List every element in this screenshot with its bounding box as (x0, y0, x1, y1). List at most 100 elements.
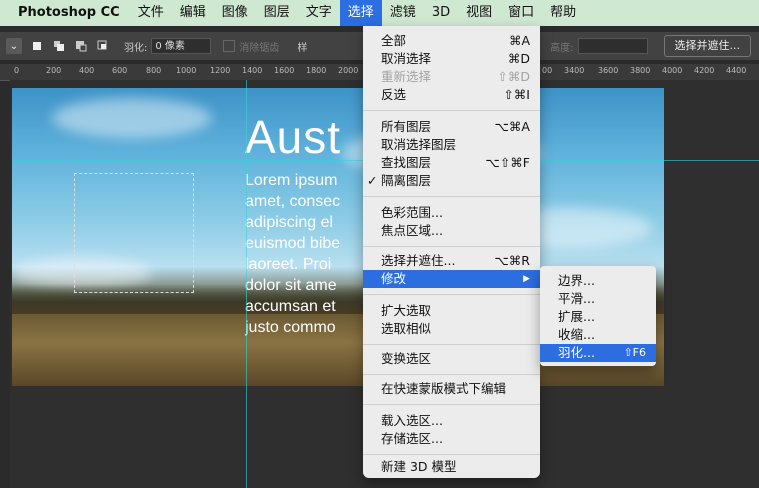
menu-item-shortcut: ⌥⌘A (494, 119, 530, 134)
menu-bar: Photoshop CC 文件 编辑 图像 图层 文字 选择 滤镜 3D 视图 … (0, 0, 759, 26)
body-line: adipiscing el (245, 214, 334, 231)
menu-layer[interactable]: 图层 (256, 0, 298, 26)
marquee-selection[interactable] (74, 173, 194, 293)
feather-label: 羽化: (124, 42, 148, 54)
menu-view[interactable]: 视图 (458, 0, 500, 26)
menu-separator (363, 110, 540, 111)
menu-item-label: 选择并遮住... (381, 253, 456, 268)
body-line: laoreet. Proi (245, 256, 332, 273)
menu-item-shortcut: ⌘D (507, 51, 530, 66)
menu-item-label: 修改 (381, 271, 407, 286)
style-label: 样 (297, 42, 308, 54)
menu-help[interactable]: 帮助 (542, 0, 584, 26)
submenu-arrow-icon: ▶ (523, 274, 530, 284)
tool-preset-picker[interactable]: ⌄ (6, 38, 22, 54)
ruler-tick: 3400 (564, 66, 585, 75)
menu-item-label: 所有图层 (381, 119, 432, 134)
checkmark-icon: ✓ (367, 173, 378, 188)
select-and-mask-button[interactable]: 选择并遮住... (663, 35, 751, 57)
menu-item-grow[interactable]: 扩大选取 (363, 302, 540, 320)
body-line: Lorem ipsum (245, 172, 338, 189)
menu-item-label: 在快速蒙版模式下编辑 (381, 381, 507, 396)
vertical-guide[interactable] (246, 80, 247, 488)
menu-item-label: 扩展... (558, 309, 595, 324)
menu-item-label: 羽化... (558, 345, 595, 360)
submenu-item-smooth[interactable]: 平滑... (540, 290, 656, 308)
feather-input[interactable]: 0 像素 (151, 38, 212, 54)
menu-item-all-layers[interactable]: 所有图层 ⌥⌘A (363, 118, 540, 136)
menu-image[interactable]: 图像 (214, 0, 256, 26)
menu-item-focus-area[interactable]: 焦点区域... (363, 222, 540, 240)
menu-3d[interactable]: 3D (424, 0, 458, 26)
body-text[interactable]: Lorem ipsum amet, consec adipiscing el e… (245, 170, 365, 338)
menu-filter[interactable]: 滤镜 (382, 0, 424, 26)
menu-item-label: 变换选区 (381, 351, 432, 366)
menu-item-isolate-layers[interactable]: ✓ 隔离图层 (363, 172, 540, 190)
menu-window[interactable]: 窗口 (500, 0, 542, 26)
body-line: accumsan et (245, 298, 336, 315)
body-line: dolor sit ame (245, 277, 337, 294)
antialias-label: 消除锯齿 (239, 42, 280, 54)
checkbox-box (223, 40, 236, 52)
menu-item-load-selection[interactable]: 载入选区... (363, 412, 540, 430)
menu-item-label: 新建 3D 模型 (381, 459, 457, 474)
body-line: amet, consec (245, 193, 341, 210)
submenu-item-feather[interactable]: 羽化... ⇧F6 (540, 344, 656, 362)
menu-item-modify[interactable]: 修改 ▶ (363, 270, 540, 288)
menu-item-deselect-layers[interactable]: 取消选择图层 (363, 136, 540, 154)
ruler-tick: 600 (112, 66, 128, 75)
headline-text[interactable]: Aust (245, 110, 341, 164)
menu-item-shortcut: ⇧F6 (623, 346, 646, 359)
menu-item-color-range[interactable]: 色彩范围... (363, 204, 540, 222)
menu-separator (363, 404, 540, 405)
menu-item-deselect[interactable]: 取消选择 ⌘D (363, 50, 540, 68)
menu-file[interactable]: 文件 (130, 0, 172, 26)
ruler-tick: 1600 (274, 66, 295, 75)
menu-item-label: 全部 (381, 33, 407, 48)
menu-item-label: 焦点区域... (381, 223, 443, 238)
submenu-item-expand[interactable]: 扩展... (540, 308, 656, 326)
menu-item-select-and-mask[interactable]: 选择并遮住... ⌥⌘R (363, 252, 540, 270)
menu-edit[interactable]: 编辑 (172, 0, 214, 26)
menu-item-inverse[interactable]: 反选 ⇧⌘I (363, 86, 540, 104)
menu-item-similar[interactable]: 选取相似 (363, 320, 540, 338)
menu-select[interactable]: 选择 (339, 0, 382, 26)
ruler-tick: 1200 (210, 66, 231, 75)
new-selection-icon[interactable] (30, 39, 44, 53)
add-selection-icon[interactable] (52, 39, 66, 53)
submenu-item-border[interactable]: 边界... (540, 272, 656, 290)
menu-item-find-layers[interactable]: 查找图层 ⌥⇧⌘F (363, 154, 540, 172)
intersect-selection-icon[interactable] (96, 39, 110, 53)
menu-item-label: 查找图层 (381, 155, 432, 170)
menu-item-save-selection[interactable]: 存储选区... (363, 430, 540, 448)
body-line: euismod bibe (245, 235, 341, 252)
menu-item-select-all[interactable]: 全部 ⌘A (363, 32, 540, 50)
menu-item-shortcut: ⌥⇧⌘F (485, 155, 530, 170)
ruler-tick: 1000 (176, 66, 197, 75)
ruler-tick: 1800 (306, 66, 327, 75)
menu-item-shortcut: ⇧⌘I (503, 87, 530, 102)
submenu-item-contract[interactable]: 收缩... (540, 326, 656, 344)
height-label: 高度: (550, 42, 574, 54)
app-menu[interactable]: Photoshop CC (0, 0, 130, 26)
menu-item-label: 平滑... (558, 291, 595, 306)
menu-separator (363, 196, 540, 197)
menu-item-new-3d-model[interactable]: 新建 3D 模型 (363, 458, 540, 476)
ruler-tick: 200 (46, 66, 62, 75)
ruler-tick: 3600 (598, 66, 619, 75)
menu-item-quick-mask[interactable]: 在快速蒙版模式下编辑 (363, 380, 540, 398)
antialias-checkbox[interactable]: 消除锯齿 (223, 39, 279, 54)
subtract-selection-icon[interactable] (74, 39, 88, 53)
menu-item-shortcut: ⌘A (508, 33, 530, 48)
menu-item-transform-selection[interactable]: 变换选区 (363, 350, 540, 368)
ruler-tick: 2000 (338, 66, 359, 75)
menu-separator (363, 246, 540, 247)
menu-item-label: 收缩... (558, 327, 595, 342)
ruler-tick: 400 (79, 66, 95, 75)
ruler-tick: 0 (14, 66, 20, 75)
height-input[interactable] (577, 38, 648, 54)
menu-item-label: 重新选择 (381, 69, 432, 84)
menu-separator (363, 374, 540, 375)
menu-type[interactable]: 文字 (298, 0, 340, 26)
menu-item-shortcut: ⌥⌘R (494, 253, 530, 268)
